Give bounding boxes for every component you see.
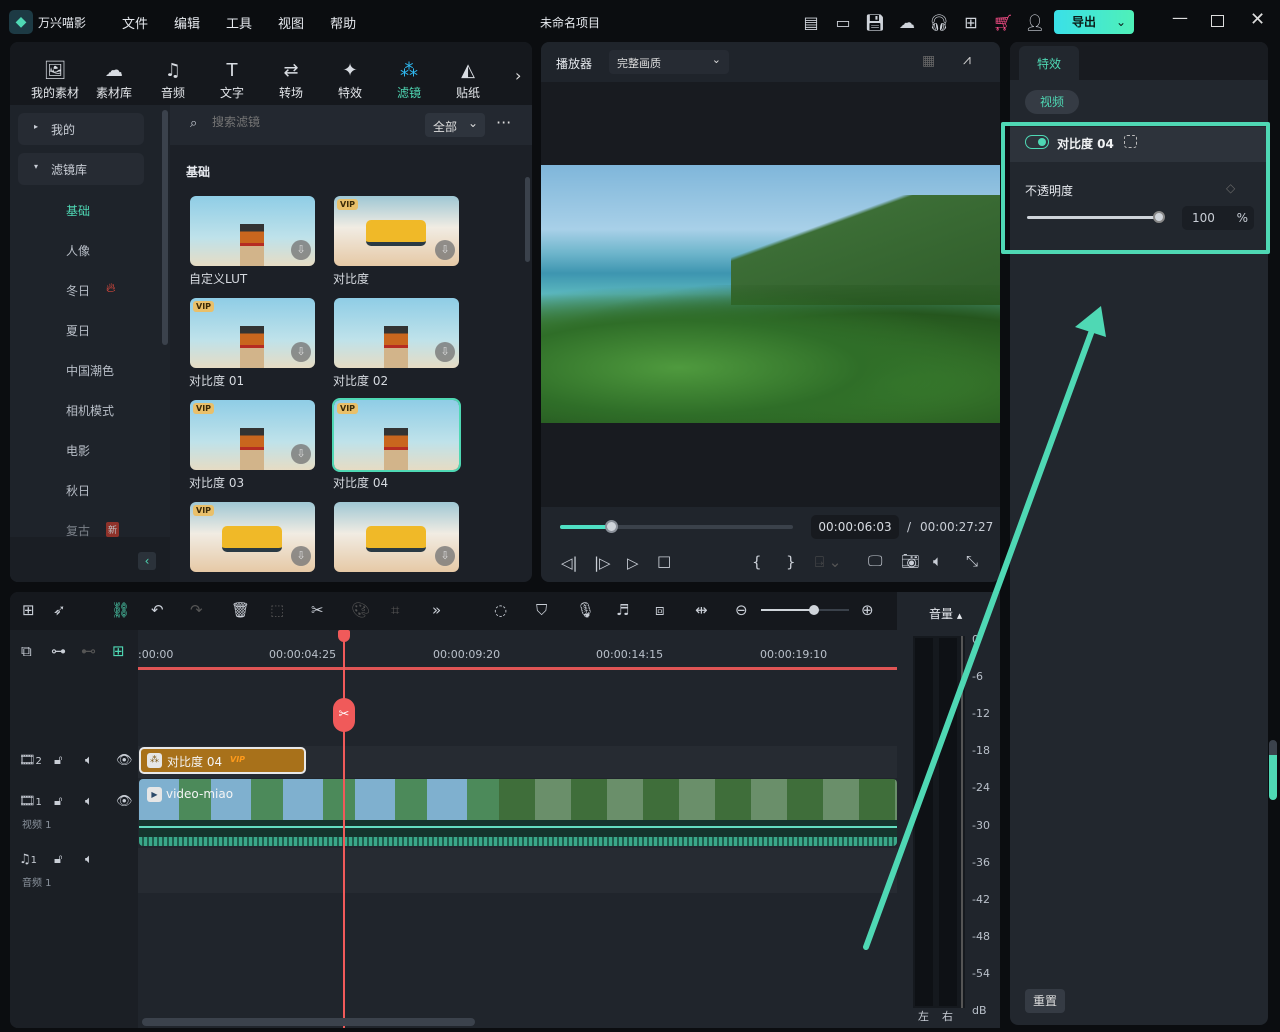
annotation-arrow	[863, 306, 1106, 950]
